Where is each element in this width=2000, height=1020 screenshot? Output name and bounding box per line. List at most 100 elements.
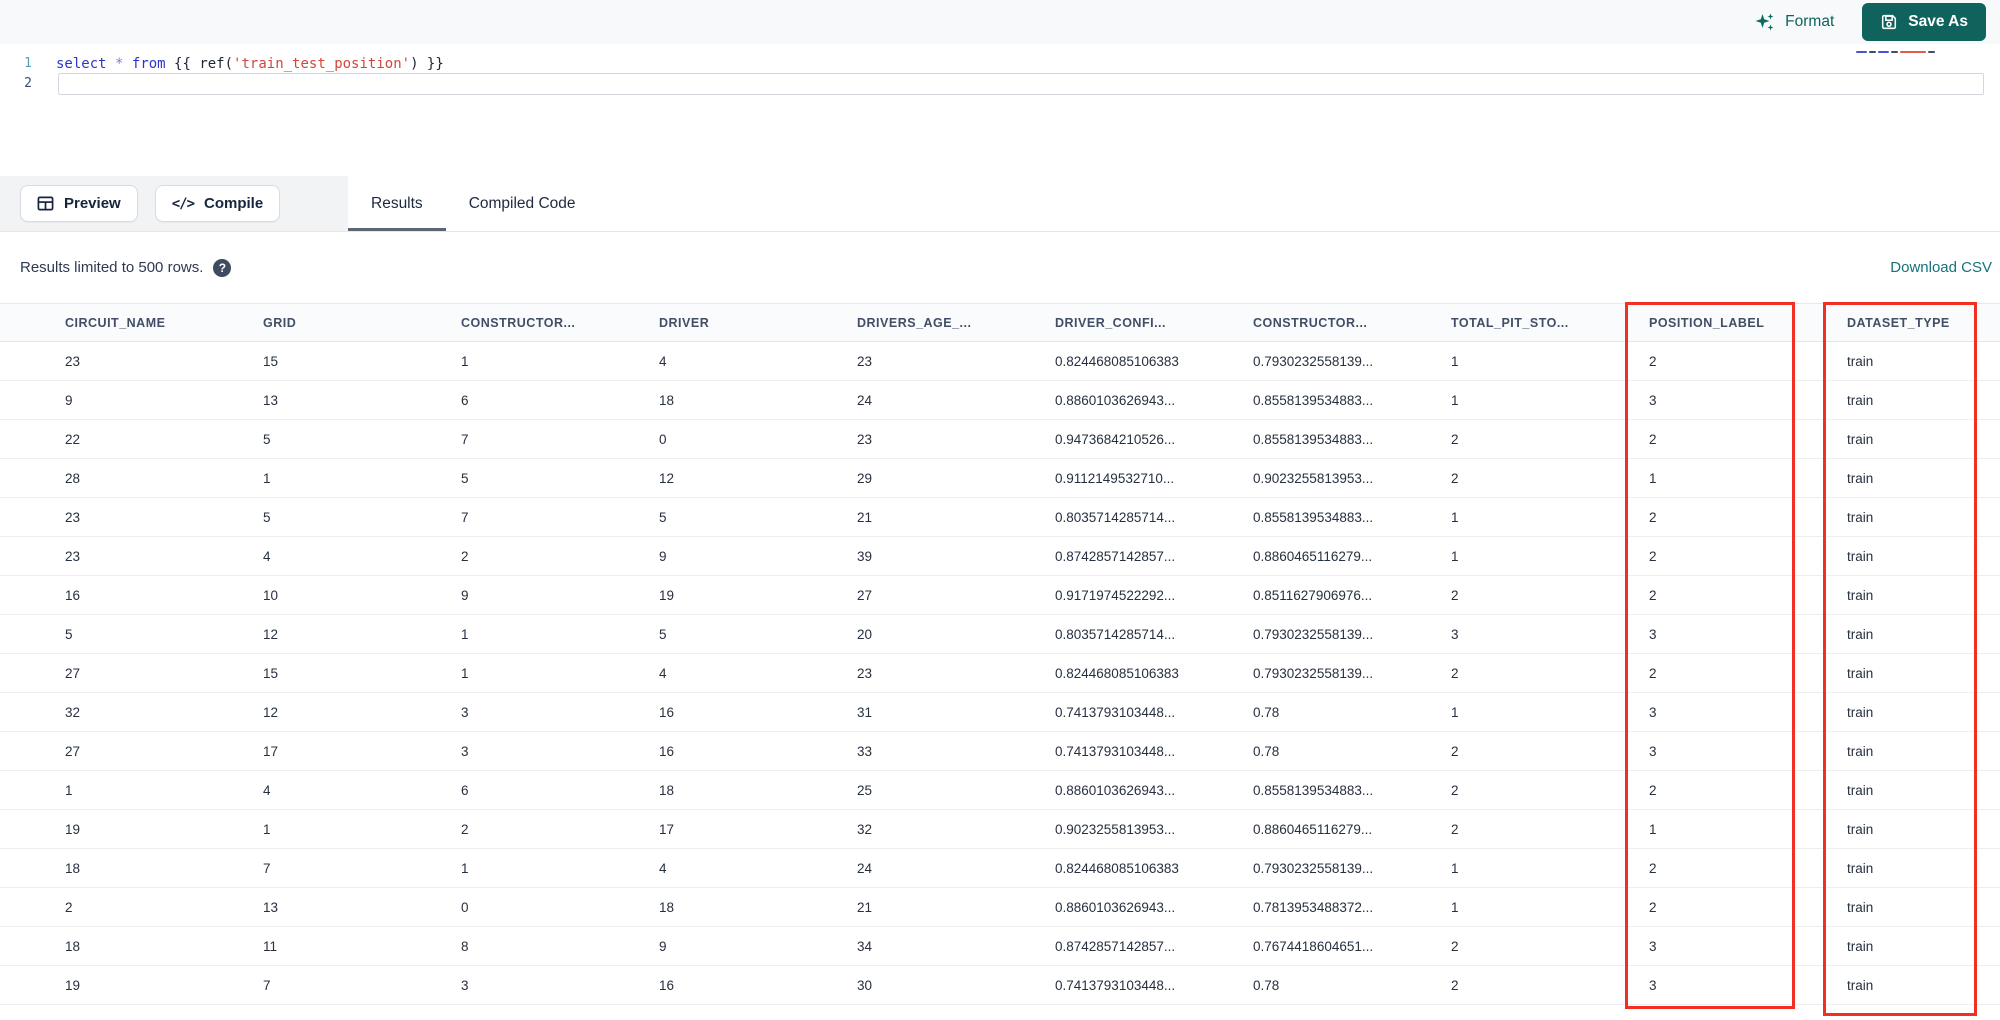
table-cell: 1 — [1451, 860, 1459, 876]
table-cell: 3 — [1649, 743, 1657, 759]
table-cell: 2 — [1451, 587, 1459, 603]
table-cell: 2 — [1649, 587, 1657, 603]
table-cell: 2 — [1649, 509, 1657, 525]
table-cell: 32 — [857, 821, 873, 837]
table-cell: 2 — [1649, 431, 1657, 447]
table-cell: train — [1847, 860, 1874, 876]
table-cell: 0.7413793103448... — [1055, 704, 1176, 720]
table-cell: 22 — [65, 431, 81, 447]
column-header-driver-confi: DRIVER_CONFI... — [1055, 315, 1166, 330]
table-cell: 5 — [659, 626, 667, 642]
table-cell: 2 — [1451, 782, 1459, 798]
table-cell: 23 — [857, 431, 873, 447]
table-row: 1 4 6 18 25 0.8860103626943... 0.8558139534883… — [0, 771, 2000, 810]
results-limit-text: Results limited to 500 rows. — [20, 259, 204, 276]
save-icon — [1880, 13, 1898, 31]
format-button[interactable]: Format — [1754, 11, 1834, 33]
active-line-highlight — [58, 73, 1984, 95]
table-cell: 0.78 — [1253, 743, 1280, 759]
save-as-button[interactable]: Save As — [1862, 3, 1986, 41]
download-csv-link[interactable]: Download CSV — [1890, 232, 1992, 303]
table-cell: 2 — [1649, 782, 1657, 798]
table-cell: 16 — [659, 743, 675, 759]
table-row: 5 12 1 5 20 0.8035714285714... 0.7930232558139… — [0, 615, 2000, 654]
table-cell: 1 — [1451, 548, 1459, 564]
table-cell: 2 — [1649, 548, 1657, 564]
table-row: 23 4 2 9 39 0.8742857142857... 0.8860465116279… — [0, 537, 2000, 576]
code-editor[interactable]: 1 select * from {{ ref('train_test_posit… — [0, 44, 2000, 176]
table-cell: 12 — [263, 704, 279, 720]
table-cell: train — [1847, 704, 1874, 720]
table-cell: 28 — [65, 470, 81, 486]
table-cell: 16 — [65, 587, 81, 603]
table-cell: 12 — [263, 626, 279, 642]
code-line[interactable]: 1 select * from {{ ref('train_test_posit… — [0, 54, 2000, 74]
table-cell: 1 — [263, 821, 271, 837]
results-tabs: Results Compiled Code — [348, 176, 599, 231]
table-cell: 0.8035714285714... — [1055, 509, 1176, 525]
tab-results[interactable]: Results — [348, 176, 446, 231]
table-row: 16 10 9 19 27 0.9171974522292... 0.85116279069… — [0, 576, 2000, 615]
table-cell: 0.7930232558139... — [1253, 353, 1374, 369]
table-cell: 3 — [1649, 392, 1657, 408]
help-icon[interactable]: ? — [213, 258, 232, 277]
sql-editor-app: Format Save As 1 select * from {{ ref('t… — [0, 0, 2000, 1020]
table-cell: 17 — [263, 743, 279, 759]
table-cell: 25 — [857, 782, 873, 798]
table-cell: 19 — [65, 977, 81, 993]
table-cell: 15 — [263, 665, 279, 681]
table-row: 23 5 7 5 21 0.8035714285714... 0.8558139534883… — [0, 498, 2000, 537]
table-cell: 0.8742857142857... — [1055, 548, 1176, 564]
table-cell: 2 — [1649, 353, 1657, 369]
column-header-total-pit-sto: TOTAL_PIT_STO... — [1451, 315, 1569, 330]
table-cell: 0.8558139534883... — [1253, 431, 1374, 447]
toolbar-actions: Format Save As — [1754, 3, 2000, 41]
table-cell: 7 — [461, 509, 469, 525]
table-cell: 1 — [1451, 509, 1459, 525]
table-cell: train — [1847, 899, 1874, 915]
table-cell: 0.8860103626943... — [1055, 899, 1176, 915]
table-row: 32 12 3 16 31 0.7413793103448... 0.78 1 3 train — [0, 693, 2000, 732]
table-cell: 0 — [461, 899, 469, 915]
table-row: 28 1 5 12 29 0.9112149532710... 0.902325581395… — [0, 459, 2000, 498]
table-cell: 0.8742857142857... — [1055, 938, 1176, 954]
results-panel-header: Preview </> Compile Results Compiled Code — [0, 176, 2000, 232]
table-cell: 1 — [1451, 899, 1459, 915]
table-cell: 27 — [857, 587, 873, 603]
table-cell: 3 — [1649, 938, 1657, 954]
table-header-row: CIRCUIT_NAME GRID CONSTRUCTOR... DRIVER DRIV… — [0, 303, 2000, 342]
column-header-drivers-age: DRIVERS_AGE_... — [857, 315, 972, 330]
preview-button[interactable]: Preview — [20, 185, 138, 222]
compile-button[interactable]: </> Compile — [154, 185, 281, 222]
table-cell: 34 — [857, 938, 873, 954]
table-cell: 12 — [659, 470, 675, 486]
table-cell: 0.7413793103448... — [1055, 743, 1176, 759]
table-cell: 39 — [857, 548, 873, 564]
table-cell: 23 — [857, 665, 873, 681]
table-cell: 27 — [65, 665, 81, 681]
table-cell: 1 — [1649, 821, 1657, 837]
table-cell: 2 — [1451, 938, 1459, 954]
table-cell: train — [1847, 938, 1874, 954]
table-cell: 3 — [461, 977, 469, 993]
table-cell: train — [1847, 509, 1874, 525]
table-row: 22 5 7 0 23 0.9473684210526... 0.8558139534883… — [0, 420, 2000, 459]
editor-minimap[interactable] — [1854, 47, 1994, 57]
table-cell: 16 — [659, 704, 675, 720]
column-header-circuit-name: CIRCUIT_NAME — [65, 315, 166, 330]
table-cell: 4 — [659, 353, 667, 369]
table-cell: 5 — [65, 626, 73, 642]
table-cell: 1 — [461, 860, 469, 876]
table-cell: 2 — [1451, 665, 1459, 681]
table-cell: 23 — [65, 353, 81, 369]
table-cell: 18 — [659, 782, 675, 798]
table-cell: 0.9112149532710... — [1055, 470, 1175, 486]
table-cell: 3 — [461, 704, 469, 720]
table-cell: 0.7930232558139... — [1253, 665, 1374, 681]
table-cell: 2 — [1451, 977, 1459, 993]
table-cell: 1 — [1451, 353, 1459, 369]
table-cell: 4 — [263, 548, 271, 564]
table-cell: 5 — [659, 509, 667, 525]
table-cell: train — [1847, 743, 1874, 759]
tab-compiled-code[interactable]: Compiled Code — [446, 176, 599, 231]
